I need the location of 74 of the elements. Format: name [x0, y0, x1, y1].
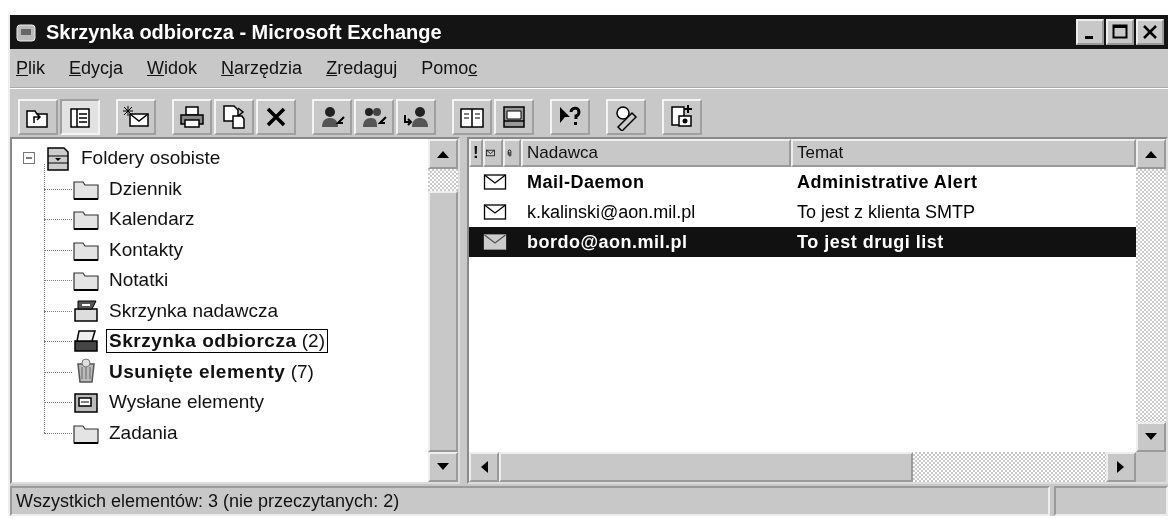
folder-item[interactable]: Zadania [106, 420, 181, 445]
scroll-right-button[interactable] [1106, 452, 1136, 482]
maximize-icon [1112, 24, 1128, 39]
folder-item[interactable]: Kalendarz [106, 207, 198, 232]
up-arrow-icon [437, 151, 449, 158]
minimize-icon [1085, 36, 1093, 39]
toolbar-button[interactable] [354, 99, 394, 135]
scroll-thumb[interactable] [499, 452, 913, 482]
menu-item[interactable]: Zredaguj [324, 57, 400, 79]
envelope-icon [483, 173, 507, 191]
message-row[interactable]: k.kalinski@aon.mil.pl To jest z klienta SMTP [469, 197, 1136, 227]
minimize-button[interactable] [1076, 19, 1104, 45]
column-header[interactable] [483, 139, 503, 167]
scroll-up-button[interactable] [428, 139, 458, 169]
message-row[interactable]: Mail-Daemon Administrative Alert [469, 167, 1136, 197]
scroll-up-button[interactable] [1136, 139, 1166, 169]
sender-text: k.kalinski@aon.mil.pl [526, 201, 697, 223]
subject-text: To jest z klienta SMTP [796, 201, 976, 223]
toolbar-button[interactable] [662, 99, 702, 135]
column-header[interactable]: Temat [791, 139, 1136, 167]
subject-text: Administrative Alert [796, 171, 978, 193]
close-button[interactable] [1136, 19, 1164, 45]
scrollbar-corner [1136, 452, 1166, 482]
envelope-icon [483, 233, 507, 251]
left-arrow-icon [481, 461, 488, 473]
column-header[interactable] [503, 139, 521, 167]
toolbar-button[interactable] [116, 99, 156, 135]
folder-item[interactable]: Dziennik [106, 176, 185, 201]
folder-item[interactable]: Usunięte elementy (7) [106, 359, 317, 384]
toolbar-button[interactable] [452, 99, 492, 135]
menu-item[interactable]: Plik [14, 57, 47, 79]
subject-text: To jest drugi list [796, 231, 944, 253]
maximize-button[interactable] [1106, 19, 1134, 45]
folder-item[interactable]: Skrzynka odbiorcza (2) [106, 329, 328, 354]
folder-item[interactable]: Kontakty [106, 237, 186, 262]
printer-icon [178, 103, 206, 131]
column-header[interactable]: ! [469, 139, 483, 167]
column-header[interactable]: Nadawca [521, 139, 791, 167]
scroll-thumb[interactable] [428, 191, 458, 452]
menu-item[interactable]: Edycja [67, 57, 126, 79]
folder-item[interactable]: Skrzynka nadawcza [106, 298, 281, 323]
menu-item[interactable]: Widok [145, 57, 200, 79]
toolbar-button[interactable] [606, 99, 646, 135]
inbox-icon [500, 103, 528, 131]
up-arrow-icon [1145, 151, 1157, 158]
right-arrow-icon [1117, 461, 1124, 473]
collapse-icon[interactable] [22, 151, 36, 166]
sender-text: bordo@aon.mil.pl [526, 231, 689, 253]
down-arrow-icon [1145, 433, 1157, 440]
sender-text: Mail-Daemon [526, 171, 646, 193]
message-row[interactable]: bordo@aon.mil.pl To jest drugi list [469, 227, 1136, 257]
toolbar-button[interactable] [494, 99, 534, 135]
toolbar-button[interactable] [18, 99, 58, 135]
toolbar-button[interactable] [550, 99, 590, 135]
menu-item[interactable]: Pomoc [419, 57, 480, 79]
down-arrow-icon [437, 463, 449, 470]
toolbar-button[interactable] [60, 99, 100, 135]
toolbar-button[interactable] [172, 99, 212, 135]
menu-item[interactable]: Narzędzia [219, 57, 305, 79]
close-icon [1142, 24, 1158, 40]
toolbar-button[interactable] [396, 99, 436, 135]
scroll-down-button[interactable] [428, 452, 458, 482]
window-title: Skrzynka odbiorcza - Microsoft Exchange [46, 20, 443, 44]
toolbar-button[interactable] [256, 99, 296, 135]
folder-item[interactable]: Wysłane elementy [106, 390, 268, 415]
folder-item[interactable]: Notatki [106, 268, 172, 293]
scroll-down-button[interactable] [1136, 422, 1166, 452]
toolbar-button[interactable] [214, 99, 254, 135]
folder-item[interactable]: Foldery osobiste [78, 146, 224, 171]
status-text: Wszystkich elementów: 3 (nie przeczytanych: 2) [10, 486, 1050, 516]
envelope-icon [483, 203, 507, 221]
move-document-icon [220, 103, 248, 131]
scroll-left-button[interactable] [469, 452, 499, 482]
toolbar-button[interactable] [312, 99, 352, 135]
